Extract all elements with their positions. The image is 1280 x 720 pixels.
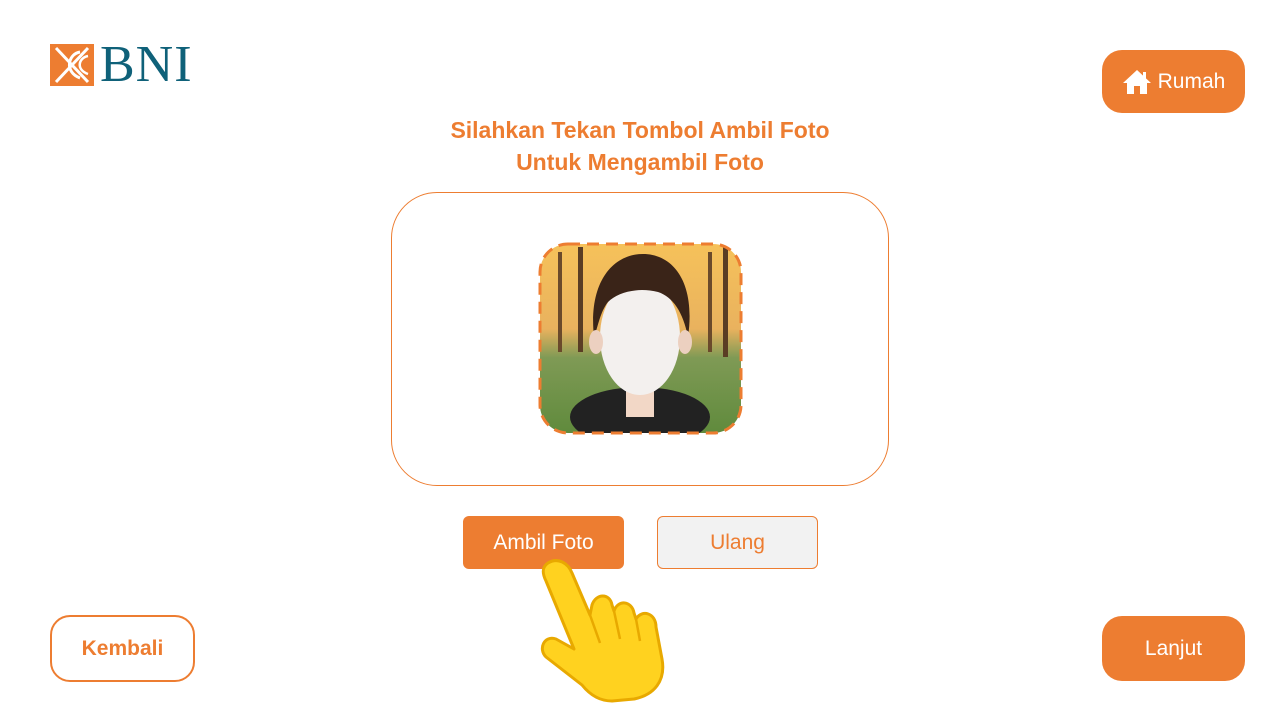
home-button[interactable]: Rumah [1102, 50, 1245, 113]
next-button[interactable]: Lanjut [1102, 616, 1245, 681]
back-button[interactable]: Kembali [50, 615, 195, 682]
bni-logo-mark-icon [50, 44, 94, 86]
photo-preview [538, 242, 743, 435]
instruction-line-1: Silahkan Tekan Tombol Ambil Foto [450, 117, 830, 143]
instruction-text: Silahkan Tekan Tombol Ambil Foto Untuk M… [340, 114, 940, 178]
bni-logo-text: BNI [100, 36, 193, 93]
retry-button[interactable]: Ulang [657, 516, 818, 569]
pointing-hand-icon [540, 559, 665, 703]
bni-logo: BNI [50, 36, 193, 93]
instruction-line-2: Untuk Mengambil Foto [516, 149, 764, 175]
home-button-label: Rumah [1157, 69, 1226, 93]
home-icon [1122, 69, 1151, 94]
